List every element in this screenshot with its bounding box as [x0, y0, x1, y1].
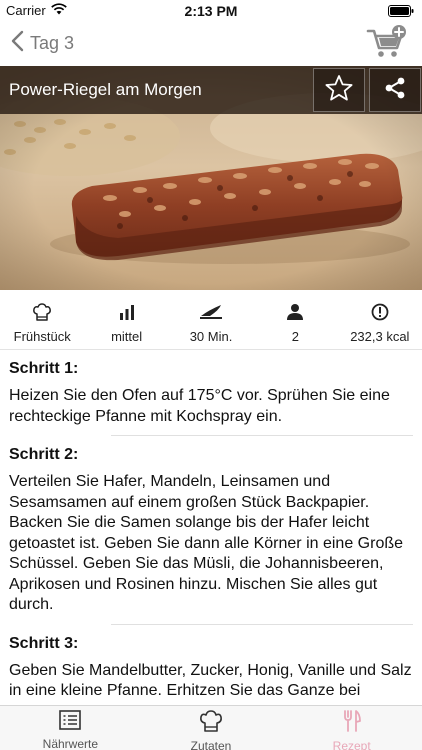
info-category-label: Frühstück	[13, 329, 71, 344]
battery-icon	[388, 5, 414, 20]
chevron-left-icon	[10, 30, 24, 57]
back-button[interactable]: Tag 3	[10, 30, 74, 57]
recipe-steps: Schritt 1: Heizen Sie den Ofen auf 175°C…	[0, 350, 422, 705]
step-divider	[111, 623, 413, 625]
info-difficulty: mittel	[84, 290, 168, 349]
tab-label: Nährwerte	[42, 737, 99, 750]
recipe-info-row: Frühstück mittel 30 Min. 2 232,3 kcal	[0, 290, 422, 350]
info-servings-label: 2	[291, 329, 300, 344]
info-calories-label: 232,3 kcal	[350, 329, 410, 344]
back-label: Tag 3	[30, 33, 75, 53]
step-2: Schritt 2: Verteilen Sie Hafer, Mandeln,…	[0, 446, 422, 625]
tab-rezept[interactable]: Rezept	[281, 706, 422, 750]
info-servings: 2	[253, 290, 337, 349]
person-icon	[286, 303, 304, 321]
cart-add-icon	[366, 25, 408, 64]
step-title: Schritt 2:	[9, 446, 79, 463]
tab-bar: Nährwerte Zutaten Rezept	[0, 705, 422, 750]
info-calories: 232,3 kcal	[338, 290, 422, 349]
step-1: Schritt 1: Heizen Sie den Ofen auf 175°C…	[0, 360, 422, 436]
status-time: 2:13 PM	[184, 3, 238, 19]
star-icon	[324, 74, 354, 107]
share-button[interactable]	[369, 68, 421, 112]
info-category: Frühstück	[0, 290, 84, 349]
info-duration: 30 Min.	[169, 290, 253, 349]
recipe-title: Power-Riegel am Morgen	[9, 80, 202, 99]
knife-icon	[199, 303, 223, 321]
tab-label: Zutaten	[190, 739, 232, 750]
step-title: Schritt 3:	[9, 634, 79, 652]
step-text: Geben Sie Mandelbutter, Zucker, Honig, V…	[9, 661, 412, 700]
list-icon	[59, 710, 82, 735]
status-bar: Carrier 2:13 PM	[0, 0, 422, 22]
difficulty-bars-icon	[119, 303, 135, 321]
step-divider	[111, 435, 413, 436]
add-to-cart-button[interactable]	[366, 24, 408, 60]
tab-label: Rezept	[332, 739, 371, 750]
navigation-bar: Tag 3	[0, 22, 422, 66]
tab-naehrwerte[interactable]: Nährwerte	[0, 706, 141, 750]
step-3: Schritt 3: Geben Sie Mandelbutter, Zucke…	[0, 635, 422, 702]
info-difficulty-label: mittel	[111, 329, 143, 344]
step-text: Heizen Sie den Ofen auf 175°C vor. Sprüh…	[9, 387, 390, 425]
step-title: Schritt 1:	[9, 360, 79, 377]
chef-hat-icon	[32, 303, 52, 321]
share-icon	[383, 76, 407, 105]
alert-circle-icon	[371, 303, 389, 321]
recipe-title-bar: Power-Riegel am Morgen	[0, 66, 422, 114]
recipe-hero: Power-Riegel am Morgen	[0, 66, 422, 290]
tab-zutaten[interactable]: Zutaten	[141, 706, 282, 750]
fork-knife-icon	[343, 710, 361, 737]
info-duration-label: 30 Min.	[189, 329, 233, 344]
chef-hat-icon	[199, 710, 223, 737]
favorite-button[interactable]	[313, 68, 365, 112]
step-text: Verteilen Sie Hafer, Mandeln, Leinsamen …	[9, 473, 404, 613]
